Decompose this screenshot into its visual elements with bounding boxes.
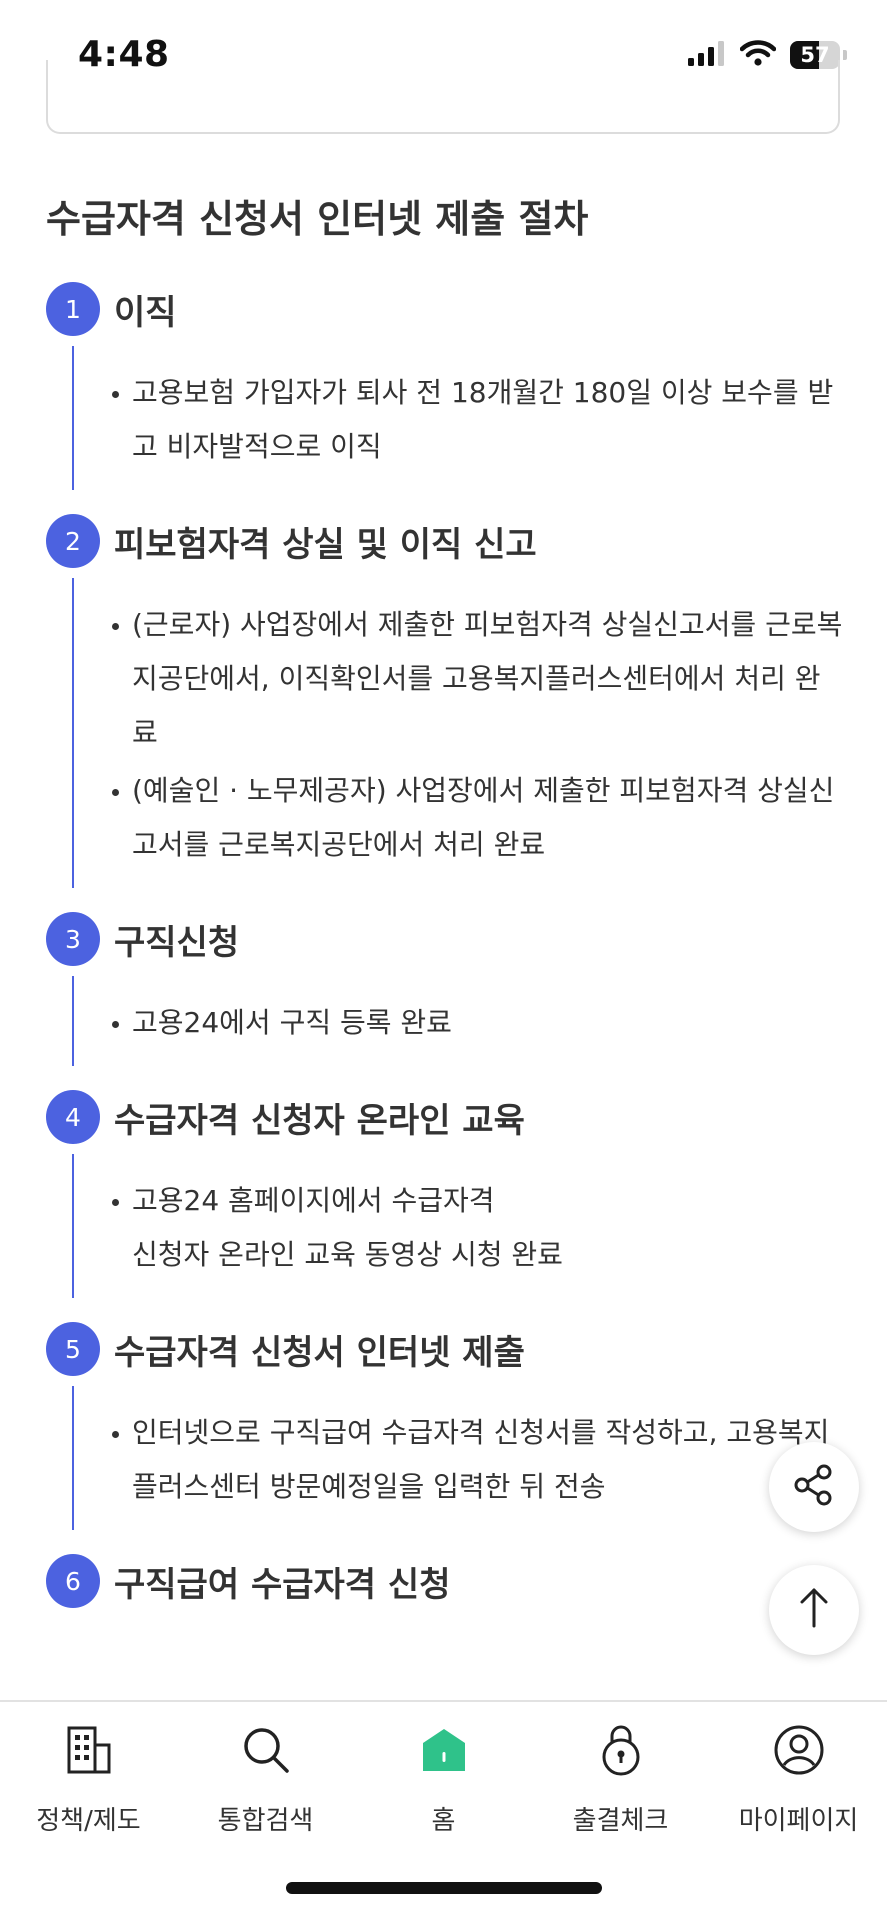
step-3: 3 구직신청고용24에서 구직 등록 완료 [46,912,846,1066]
step-bullet: 고용24 홈페이지에서 수급자격 신청자 온라인 교육 동영상 시청 완료 [112,1174,846,1282]
step-bullet: (근로자) 사업장에서 제출한 피보험자격 상실신고서를 근로복지공단에서, 이… [112,598,846,760]
share-button[interactable] [769,1442,859,1532]
nav-label: 홈 [431,1806,456,1836]
step-title: 피보험자격 상실 및 이직 신고 [114,524,537,565]
step-header: 6 구직급여 수급자격 신청 [46,1554,846,1608]
step-header: 4 수급자격 신청자 온라인 교육 [46,1090,846,1144]
step-body: 고용24에서 구직 등록 완료 [72,976,846,1066]
step-number-badge: 5 [46,1322,100,1376]
step-2: 2 피보험자격 상실 및 이직 신고 (근로자) 사업장에서 제출한 피보험자격 상… [46,514,846,888]
step-number-badge: 6 [46,1554,100,1608]
step-1: 1 이직고용보험 가입자가 퇴사 전 18개월간 180일 이상 보수를 받고 비… [46,282,846,490]
lock-icon [599,1724,643,1780]
step-title: 구직신청 [114,922,240,963]
step-title: 수급자격 신청서 인터넷 제출 [114,1332,525,1373]
step-header: 3 구직신청 [46,912,846,966]
home-icon [420,1726,468,1778]
nav-item-search[interactable]: 통합검색 [177,1722,354,1837]
arrow-up-icon [794,1586,834,1634]
step-header: 1 이직 [46,282,846,336]
step-title: 수급자격 신청자 온라인 교육 [114,1100,525,1141]
step-body: 고용24 홈페이지에서 수급자격 신청자 온라인 교육 동영상 시청 완료 [72,1154,846,1298]
home-indicator [286,1882,602,1894]
nav-label: 정책/제도 [36,1806,141,1836]
step-bullet: 고용24에서 구직 등록 완료 [112,996,846,1050]
step-number-badge: 3 [46,912,100,966]
step-header: 2 피보험자격 상실 및 이직 신고 [46,514,846,568]
step-6: 6 구직급여 수급자격 신청 [46,1554,846,1608]
step-body: 인터넷으로 구직급여 수급자격 신청서를 작성하고, 고용복지플러스센터 방문예… [72,1386,846,1530]
nav-item-attendance[interactable]: 출결체크 [532,1722,709,1837]
user-icon [773,1724,825,1780]
step-bullet: 고용보험 가입자가 퇴사 전 18개월간 180일 이상 보수를 받고 비자발적… [112,366,846,474]
building-icon [66,1725,112,1779]
step-4: 4 수급자격 신청자 온라인 교육고용24 홈페이지에서 수급자격 신청자 온라인… [46,1090,846,1298]
nav-item-mypage[interactable]: 마이페이지 [710,1722,887,1837]
nav-label: 마이페이지 [738,1806,859,1836]
section-title: 수급자격 신청서 인터넷 제출 절차 [46,197,589,241]
step-title: 구직급여 수급자격 신청 [114,1564,451,1605]
nav-label: 통합검색 [217,1806,314,1836]
step-5: 5 수급자격 신청서 인터넷 제출인터넷으로 구직급여 수급자격 신청서를 작성하… [46,1322,846,1530]
share-icon [792,1463,836,1511]
step-title: 이직 [114,292,177,333]
nav-item-policy[interactable]: 정책/제도 [0,1722,177,1837]
step-number-badge: 1 [46,282,100,336]
search-icon [241,1725,291,1779]
battery-cap [843,50,847,60]
step-bullet: 인터넷으로 구직급여 수급자격 신청서를 작성하고, 고용복지플러스센터 방문예… [112,1406,846,1514]
procedure-steps: 1 이직고용보험 가입자가 퇴사 전 18개월간 180일 이상 보수를 받고 비… [46,282,846,1608]
previous-card [46,60,840,134]
step-number-badge: 2 [46,514,100,568]
nav-label: 출결체크 [572,1806,669,1836]
step-header: 5 수급자격 신청서 인터넷 제출 [46,1322,846,1376]
nav-item-home[interactable]: 홈 [355,1722,532,1837]
scroll-top-button[interactable] [769,1565,859,1655]
step-body: (근로자) 사업장에서 제출한 피보험자격 상실신고서를 근로복지공단에서, 이… [72,578,846,888]
step-body: 고용보험 가입자가 퇴사 전 18개월간 180일 이상 보수를 받고 비자발적… [72,346,846,490]
step-number-badge: 4 [46,1090,100,1144]
step-bullet: (예술인 · 노무제공자) 사업장에서 제출한 피보험자격 상실신고서를 근로복… [112,764,846,872]
